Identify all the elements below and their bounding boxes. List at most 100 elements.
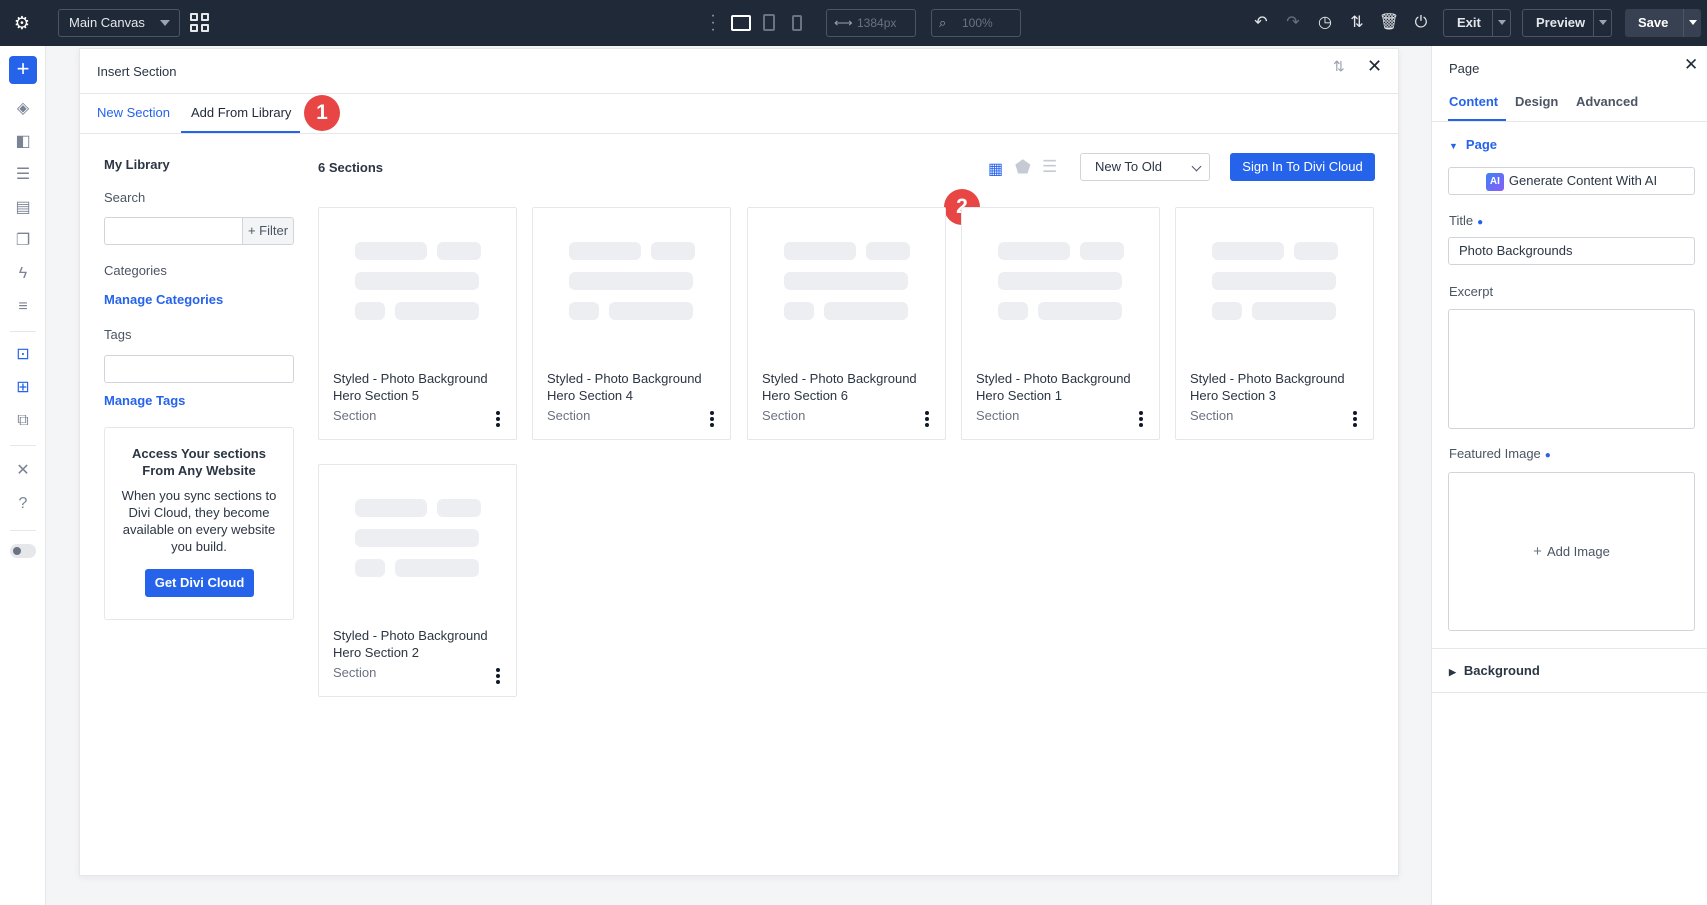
- power-icon[interactable]: ⏻: [1410, 12, 1432, 34]
- generate-ai-button[interactable]: AI Generate Content With AI: [1448, 167, 1695, 195]
- canvas-width-field[interactable]: ⟷ 1384px: [826, 9, 916, 37]
- card-type: Section: [333, 665, 377, 680]
- tags-input[interactable]: [104, 355, 294, 383]
- skeleton-placeholder: [1212, 302, 1242, 320]
- insert-row-icon[interactable]: ⊞: [11, 377, 35, 399]
- filter-button[interactable]: + Filter: [242, 217, 294, 245]
- save-label: Save: [1638, 15, 1669, 30]
- zoom-field[interactable]: ⌕ 100%: [931, 9, 1021, 37]
- skeleton-placeholder: [609, 302, 693, 320]
- save-dropdown-icon[interactable]: [1683, 9, 1701, 37]
- tab-advanced[interactable]: Advanced: [1576, 94, 1638, 109]
- card-type: Section: [547, 408, 591, 423]
- list-icon[interactable]: ≡: [11, 296, 35, 318]
- add-plus-icon[interactable]: +: [9, 56, 37, 84]
- divider: [1432, 692, 1707, 693]
- library-card[interactable]: Styled - Photo Background Hero Section 1…: [961, 207, 1160, 440]
- kebab-icon[interactable]: [709, 411, 715, 429]
- undo-icon[interactable]: ↶: [1250, 12, 1272, 34]
- tablet-icon[interactable]: [763, 14, 775, 31]
- desktop-icon[interactable]: [731, 15, 751, 31]
- exit-button[interactable]: Exit: [1443, 9, 1511, 37]
- gear-icon[interactable]: ⚙: [11, 12, 33, 34]
- step-badge-1: 1: [304, 95, 340, 131]
- preview-label: Preview: [1536, 15, 1586, 30]
- phone-icon[interactable]: [792, 15, 802, 31]
- get-divi-cloud-button[interactable]: Get Divi Cloud: [145, 569, 254, 597]
- form-icon[interactable]: ▤: [11, 197, 35, 219]
- list-view-icon[interactable]: ☰: [1042, 157, 1057, 177]
- section-toggle-page[interactable]: ▼ Page: [1449, 137, 1497, 152]
- mode-toggle[interactable]: [10, 544, 36, 558]
- section-count: 6 Sections: [318, 160, 384, 175]
- library-card[interactable]: Styled - Photo Background Hero Section 4…: [532, 207, 731, 440]
- tab-design[interactable]: Design: [1515, 94, 1558, 109]
- exit-dropdown-icon[interactable]: [1492, 10, 1510, 36]
- sort-select[interactable]: New To Old: [1080, 153, 1210, 181]
- skeleton-placeholder: [355, 272, 479, 290]
- cloud-heading: Access Your sections From Any Website: [132, 446, 266, 478]
- skeleton-placeholder: [651, 242, 695, 260]
- dot-icon: ●: [1544, 450, 1551, 461]
- skeleton-placeholder: [355, 242, 427, 260]
- grid-view-icon[interactable]: ▦: [988, 159, 1003, 179]
- kebab-icon[interactable]: [1138, 411, 1144, 429]
- preview-button[interactable]: Preview: [1522, 9, 1612, 37]
- close-icon[interactable]: ✕: [1367, 56, 1382, 77]
- help-icon[interactable]: ?: [11, 493, 35, 515]
- library-card[interactable]: Styled - Photo Background Hero Section 6…: [747, 207, 946, 440]
- tab-add-from-library[interactable]: Add From Library: [191, 105, 291, 120]
- skeleton-placeholder: [355, 559, 385, 577]
- kebab-icon[interactable]: [495, 411, 501, 429]
- excerpt-textarea[interactable]: [1448, 309, 1695, 429]
- tools-icon[interactable]: ✕: [11, 460, 35, 482]
- divider: [80, 133, 1398, 134]
- divi-cloud-promo: Access Your sections From Any Website Wh…: [104, 427, 294, 620]
- tag-view-icon[interactable]: ⬟: [1015, 157, 1031, 178]
- save-button[interactable]: Save: [1625, 9, 1701, 37]
- history-icon[interactable]: ◷: [1314, 12, 1336, 34]
- tab-new-section[interactable]: New Section: [97, 105, 170, 120]
- lightning-icon[interactable]: ϟ: [11, 263, 35, 285]
- tab-content[interactable]: Content: [1449, 94, 1498, 109]
- manage-tags-link[interactable]: Manage Tags: [104, 393, 185, 408]
- library-icon[interactable]: ⧉: [11, 410, 35, 432]
- database-icon[interactable]: ☰: [11, 164, 35, 186]
- close-icon[interactable]: ✕: [1684, 55, 1698, 75]
- trash-icon[interactable]: 🗑: [1378, 12, 1400, 34]
- kebab-icon[interactable]: [1352, 411, 1358, 429]
- library-card[interactable]: Styled - Photo Background Hero Section 3…: [1175, 207, 1374, 440]
- card-title: Styled - Photo Background Hero Section 1: [976, 371, 1131, 403]
- kebab-icon[interactable]: [924, 411, 930, 429]
- title-label: Title ●: [1449, 213, 1483, 228]
- featured-image-label: Featured Image ●: [1449, 446, 1551, 461]
- section-toggle-background[interactable]: ▶ Background: [1449, 663, 1540, 678]
- search-input[interactable]: [104, 217, 242, 245]
- sign-in-divi-cloud-button[interactable]: Sign In To Divi Cloud: [1230, 153, 1375, 181]
- redo-icon[interactable]: ↷: [1282, 12, 1304, 34]
- left-sidebar: + ◈ ◧ ☰ ▤ ❐ ϟ ≡ ⊡ ⊞ ⧉ ✕ ?: [0, 46, 46, 905]
- design-icon[interactable]: ◧: [11, 131, 35, 153]
- library-card[interactable]: Styled - Photo Background Hero Section 5…: [318, 207, 517, 440]
- sort-icon[interactable]: ⇅: [1333, 58, 1345, 75]
- skeleton-placeholder: [395, 302, 479, 320]
- kebab-icon[interactable]: [495, 668, 501, 686]
- featured-image-upload[interactable]: + Add Image: [1448, 472, 1695, 631]
- skeleton-placeholder: [998, 242, 1070, 260]
- insert-section-icon[interactable]: ⊡: [11, 344, 35, 366]
- dot-icon: ●: [1477, 217, 1484, 228]
- layers-icon[interactable]: ◈: [11, 98, 35, 120]
- manage-categories-link[interactable]: Manage Categories: [104, 292, 223, 307]
- sort-icon[interactable]: ⇅: [1346, 12, 1368, 34]
- grid-icon[interactable]: [190, 13, 210, 33]
- card-title: Styled - Photo Background Hero Section 3: [1190, 371, 1345, 403]
- page-settings-panel: Page ✕ Content Design Advanced ▼ Page AI G…: [1431, 46, 1707, 905]
- more-vertical-icon[interactable]: · · ·: [710, 8, 716, 38]
- skeleton-placeholder: [569, 242, 641, 260]
- preview-dropdown-icon[interactable]: [1593, 10, 1611, 36]
- canvas-select[interactable]: Main Canvas: [58, 9, 180, 37]
- library-card[interactable]: Styled - Photo Background Hero Section 2…: [318, 464, 517, 697]
- exit-label: Exit: [1457, 15, 1481, 30]
- title-input[interactable]: Photo Backgrounds: [1448, 237, 1695, 265]
- pages-icon[interactable]: ❐: [11, 230, 35, 252]
